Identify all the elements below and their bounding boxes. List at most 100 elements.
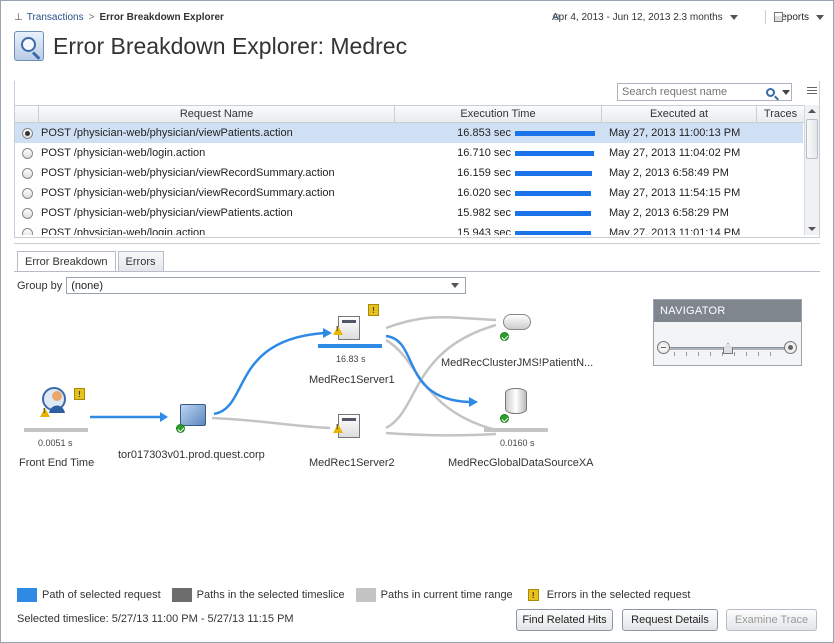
error-flag-icon[interactable]: !: [74, 388, 85, 400]
breadcrumb-transactions[interactable]: Transactions: [27, 12, 84, 23]
chevron-down-icon: [729, 14, 738, 20]
execution-time-bar: [515, 170, 592, 176]
header-execution-time[interactable]: Execution Time: [395, 106, 602, 122]
header-bar: ⊥ Transactions > Error Breakdown Explore…: [14, 8, 825, 26]
table-row[interactable]: POST /physician-web/physician/viewPatien…: [15, 203, 803, 223]
row-radio[interactable]: [15, 227, 39, 235]
arrow-server1: [323, 328, 332, 338]
front-end-value: 0.0051 s: [38, 438, 73, 448]
tab-bar: Error Breakdown Errors: [17, 251, 166, 272]
panel-divider: [14, 243, 820, 244]
execution-time-bar-cell: [515, 190, 602, 196]
server2-label[interactable]: MedRec1Server2: [309, 457, 395, 469]
request-details-button[interactable]: Request Details: [622, 609, 718, 631]
execution-time-cell: 16.020 sec: [457, 187, 511, 199]
execution-time-bar: [515, 150, 594, 156]
host-label[interactable]: tor017303v01.prod.quest.corp: [118, 449, 265, 461]
error-flag-icon[interactable]: !: [368, 304, 379, 316]
row-radio[interactable]: [15, 207, 39, 219]
server1-label[interactable]: MedRec1Server1: [309, 374, 395, 386]
edge-server2-ds: [385, 431, 497, 437]
edge-server2-jms: [385, 323, 497, 430]
execution-time-cell: 16.853 sec: [457, 127, 511, 139]
tab-error-breakdown[interactable]: Error Breakdown: [17, 251, 116, 272]
execution-time-bar-cell: [515, 210, 602, 216]
legend-label: Errors in the selected request: [546, 589, 691, 601]
request-name-cell: POST /physician-web/physician/viewPatien…: [41, 127, 293, 139]
zoom-out-icon[interactable]: [657, 341, 670, 354]
row-radio[interactable]: [15, 167, 39, 179]
explorer-app-icon: [14, 31, 44, 61]
execution-time-cell: 16.710 sec: [457, 147, 511, 159]
jms-label[interactable]: MedRecClusterJMS!PatientN...: [441, 357, 593, 369]
request-name-cell: POST /physician-web/physician/viewRecord…: [41, 167, 335, 179]
search-input[interactable]: [622, 86, 764, 98]
warning-icon: [333, 424, 343, 433]
edge-host-server2: [211, 416, 331, 430]
execution-time-bar: [515, 190, 591, 196]
chevron-down-icon: [816, 14, 825, 20]
zoom-in-icon[interactable]: [784, 341, 797, 354]
title-row: Error Breakdown Explorer: Medrec: [14, 30, 407, 62]
tab-underline: [14, 271, 820, 272]
front-end-label[interactable]: Front End Time: [19, 457, 94, 469]
row-radio[interactable]: [15, 147, 39, 159]
header-traces[interactable]: Traces: [757, 106, 805, 122]
database-icon[interactable]: [505, 388, 527, 414]
status-ok-icon: [176, 424, 185, 433]
host-monitor-icon[interactable]: [180, 404, 206, 426]
request-name-cell: POST /physician-web/physician/viewPatien…: [41, 207, 293, 219]
table-header: Request Name Execution Time Executed at …: [15, 105, 805, 123]
scrollbar-thumb[interactable]: [806, 119, 818, 159]
request-name-cell: POST /physician-web/physician/viewRecord…: [41, 187, 335, 199]
table-row[interactable]: POST /physician-web/physician/viewRecord…: [15, 163, 803, 183]
executed-at-cell: May 2, 2013 6:58:49 PM: [609, 167, 729, 179]
arrow-host: [160, 412, 168, 422]
header-executed-at[interactable]: Executed at: [602, 106, 757, 122]
find-related-hits-button[interactable]: Find Related Hits: [516, 609, 613, 631]
scroll-up-icon[interactable]: [808, 109, 816, 113]
datasource-label[interactable]: MedRecGlobalDataSourceXA: [448, 457, 594, 469]
reports-menu[interactable]: Reports: [774, 8, 825, 26]
legend-swatch: [355, 588, 376, 602]
tab-errors[interactable]: Errors: [117, 251, 164, 271]
legend-label: Paths in current time range: [380, 589, 513, 601]
column-menu-icon[interactable]: [807, 87, 817, 96]
request-name-cell: POST /physician-web/login.action: [41, 147, 206, 159]
execution-time-bar: [515, 210, 591, 216]
time-range-icon: ⊖: [552, 11, 561, 23]
table-row[interactable]: POST /physician-web/physician/viewRecord…: [15, 183, 803, 203]
transactions-icon: ⊥: [14, 11, 23, 23]
table-row[interactable]: POST /physician-web/physician/viewPatien…: [15, 123, 803, 143]
edge-server1-jms: [385, 315, 497, 330]
row-radio[interactable]: [15, 127, 39, 139]
divider: [765, 10, 766, 24]
date-range-selector[interactable]: ⊖ Apr 4, 2013 - Jun 12, 2013 2.3 months: [552, 8, 738, 26]
chevron-down-icon: [451, 283, 460, 288]
warning-icon: [333, 326, 343, 335]
header-request-name[interactable]: Request Name: [39, 106, 395, 122]
table-scrollbar[interactable]: [804, 105, 819, 235]
server1-bar: [318, 344, 382, 348]
execution-time-cell: 15.943 sec: [457, 227, 511, 235]
legend-swatch: [17, 588, 37, 602]
executed-at-cell: May 27, 2013 11:00:13 PM: [609, 127, 741, 139]
datasource-bar: [484, 428, 548, 432]
chevron-down-icon[interactable]: [782, 89, 790, 95]
legend: Path of selected request Paths in the se…: [17, 587, 701, 603]
zoom-slider-thumb[interactable]: [723, 343, 733, 354]
jms-queue-icon[interactable]: [503, 314, 531, 330]
search-icon[interactable]: [766, 87, 775, 97]
page-title: Error Breakdown Explorer: Medrec: [53, 32, 408, 59]
legend-errors: ! Errors in the selected request: [524, 589, 691, 601]
table-row[interactable]: POST /physician-web/login.action 16.710 s…: [15, 143, 803, 163]
table-row[interactable]: POST /physician-web/login.action 15.943 s…: [15, 223, 803, 235]
row-radio[interactable]: [15, 187, 39, 199]
request-name-cell: POST /physician-web/login.action: [41, 227, 206, 235]
scroll-down-icon[interactable]: [808, 227, 816, 231]
error-flag-icon: !: [527, 589, 539, 601]
search-field[interactable]: [617, 83, 792, 101]
executed-at-cell: May 27, 2013 11:04:02 PM: [609, 147, 741, 159]
execution-time-bar-cell: [515, 150, 602, 156]
examine-trace-button[interactable]: Examine Trace: [726, 609, 817, 631]
